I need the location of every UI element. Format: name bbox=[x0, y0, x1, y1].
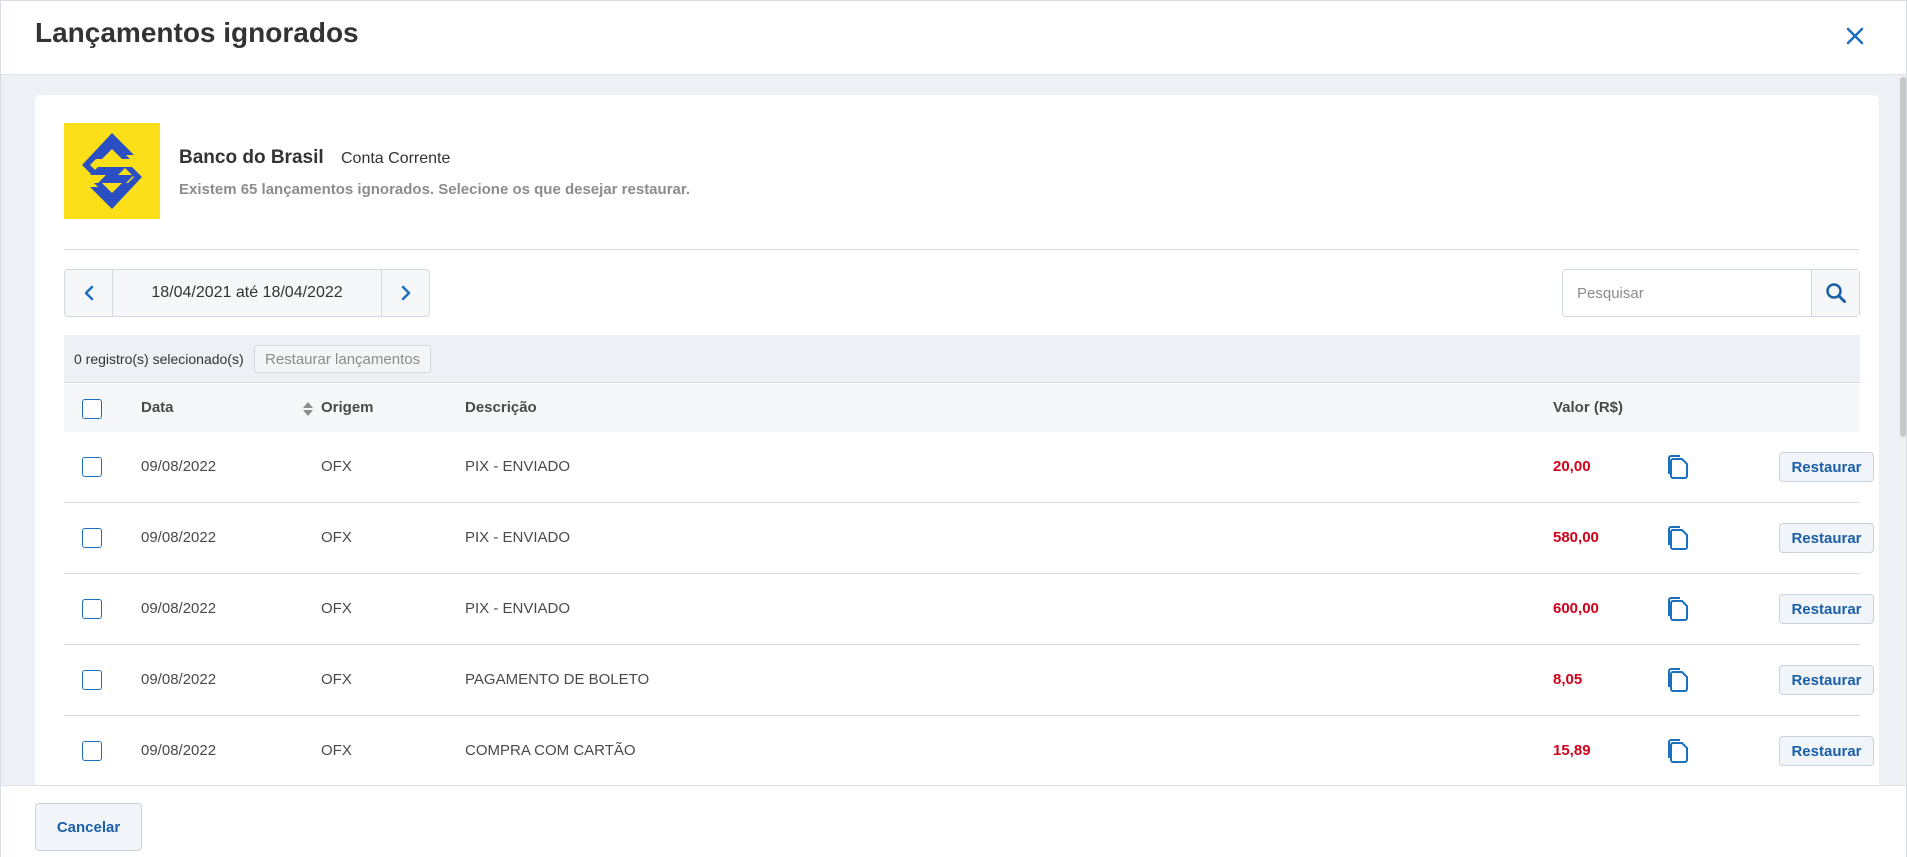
row-description: PAGAMENTO DE BOLETO bbox=[465, 671, 650, 688]
row-checkbox[interactable] bbox=[82, 528, 102, 548]
row-date: 09/08/2022 bbox=[141, 600, 217, 617]
ignored-count-info: Existem 65 lançamentos ignorados. Seleci… bbox=[179, 181, 691, 198]
bank-name: Banco do Brasil bbox=[179, 147, 324, 168]
scrollbar-thumb[interactable] bbox=[1900, 77, 1906, 437]
scrollbar[interactable] bbox=[1900, 75, 1906, 785]
copy-icon[interactable] bbox=[1666, 738, 1690, 764]
previous-period-button[interactable] bbox=[65, 270, 113, 316]
copy-icon[interactable] bbox=[1666, 596, 1690, 622]
modal-footer: Cancelar bbox=[1, 785, 1906, 857]
modal-body: Banco do Brasil Conta Corrente Existem 6… bbox=[1, 75, 1906, 785]
table-row: 09/08/2022 OFX PIX - ENVIADO 20,00 Resta… bbox=[64, 432, 1874, 503]
search-icon bbox=[1825, 283, 1846, 303]
next-period-button[interactable] bbox=[381, 270, 429, 316]
header-value: Valor (R$) bbox=[1553, 399, 1624, 416]
header-date[interactable]: Data bbox=[141, 399, 174, 416]
account-card: Banco do Brasil Conta Corrente Existem 6… bbox=[35, 95, 1879, 785]
row-checkbox[interactable] bbox=[82, 599, 102, 619]
table-row: 09/08/2022 OFX PIX - ENVIADO 580,00 Rest… bbox=[64, 503, 1874, 574]
row-checkbox[interactable] bbox=[82, 457, 102, 477]
chevron-right-icon bbox=[401, 285, 410, 301]
row-date: 09/08/2022 bbox=[141, 671, 217, 688]
row-description: PIX - ENVIADO bbox=[465, 458, 571, 475]
table-header: Data Origem Descrição Valor (R$) bbox=[64, 384, 1860, 432]
table-row: 09/08/2022 OFX COMPRA COM CARTÃO 15,89 R… bbox=[64, 716, 1874, 785]
search-button[interactable] bbox=[1811, 270, 1859, 316]
modal-title: Lançamentos ignorados bbox=[35, 17, 359, 48]
row-checkbox[interactable] bbox=[82, 741, 102, 761]
row-value: 600,00 bbox=[1553, 600, 1599, 617]
row-origin: OFX bbox=[321, 671, 352, 688]
copy-icon[interactable] bbox=[1666, 667, 1690, 693]
header-description: Descrição bbox=[465, 399, 537, 416]
row-description: PIX - ENVIADO bbox=[465, 529, 571, 546]
row-date: 09/08/2022 bbox=[141, 529, 217, 546]
restore-button[interactable]: Restaurar bbox=[1779, 665, 1874, 695]
restore-selected-button[interactable]: Restaurar lançamentos bbox=[254, 345, 432, 373]
date-range-label[interactable]: 18/04/2021 até 18/04/2022 bbox=[113, 270, 381, 316]
entries-table-body: 09/08/2022 OFX PIX - ENVIADO 20,00 Resta… bbox=[64, 432, 1874, 785]
row-description: PIX - ENVIADO bbox=[465, 600, 571, 617]
row-date: 09/08/2022 bbox=[141, 458, 217, 475]
restore-button[interactable]: Restaurar bbox=[1779, 452, 1874, 482]
close-icon[interactable] bbox=[1840, 21, 1870, 51]
row-value: 20,00 bbox=[1553, 458, 1591, 475]
selected-count: 0 registro(s) selecionado(s) bbox=[74, 351, 244, 367]
header-origin: Origem bbox=[321, 399, 374, 416]
row-value: 15,89 bbox=[1553, 742, 1591, 759]
row-description: COMPRA COM CARTÃO bbox=[465, 742, 636, 759]
cancel-button[interactable]: Cancelar bbox=[35, 803, 142, 851]
row-origin: OFX bbox=[321, 529, 352, 546]
bank-logo bbox=[64, 123, 160, 219]
row-checkbox[interactable] bbox=[82, 670, 102, 690]
restore-button[interactable]: Restaurar bbox=[1779, 736, 1874, 766]
row-origin: OFX bbox=[321, 742, 352, 759]
modal-header: Lançamentos ignorados bbox=[1, 1, 1906, 75]
ignored-entries-modal: Lançamentos ignorados Banco do Brasil Co… bbox=[0, 0, 1907, 857]
sort-icon[interactable] bbox=[301, 400, 315, 418]
copy-icon[interactable] bbox=[1666, 454, 1690, 480]
row-origin: OFX bbox=[321, 600, 352, 617]
restore-button[interactable]: Restaurar bbox=[1779, 523, 1874, 553]
row-value: 580,00 bbox=[1553, 529, 1599, 546]
date-range-navigator: 18/04/2021 até 18/04/2022 bbox=[64, 269, 430, 317]
row-value: 8,05 bbox=[1553, 671, 1583, 688]
chevron-left-icon bbox=[84, 285, 93, 301]
account-type: Conta Corrente bbox=[341, 150, 451, 167]
row-origin: OFX bbox=[321, 458, 352, 475]
table-row: 09/08/2022 OFX PIX - ENVIADO 600,00 Rest… bbox=[64, 574, 1874, 645]
select-all-checkbox[interactable] bbox=[82, 399, 102, 419]
search-box bbox=[1562, 269, 1860, 317]
divider bbox=[64, 249, 1859, 250]
copy-icon[interactable] bbox=[1666, 525, 1690, 551]
search-input[interactable] bbox=[1563, 270, 1811, 316]
restore-button[interactable]: Restaurar bbox=[1779, 594, 1874, 624]
row-date: 09/08/2022 bbox=[141, 742, 217, 759]
table-row: 09/08/2022 OFX PAGAMENTO DE BOLETO 8,05 … bbox=[64, 645, 1874, 716]
selection-bar: 0 registro(s) selecionado(s) Restaurar l… bbox=[64, 335, 1860, 383]
